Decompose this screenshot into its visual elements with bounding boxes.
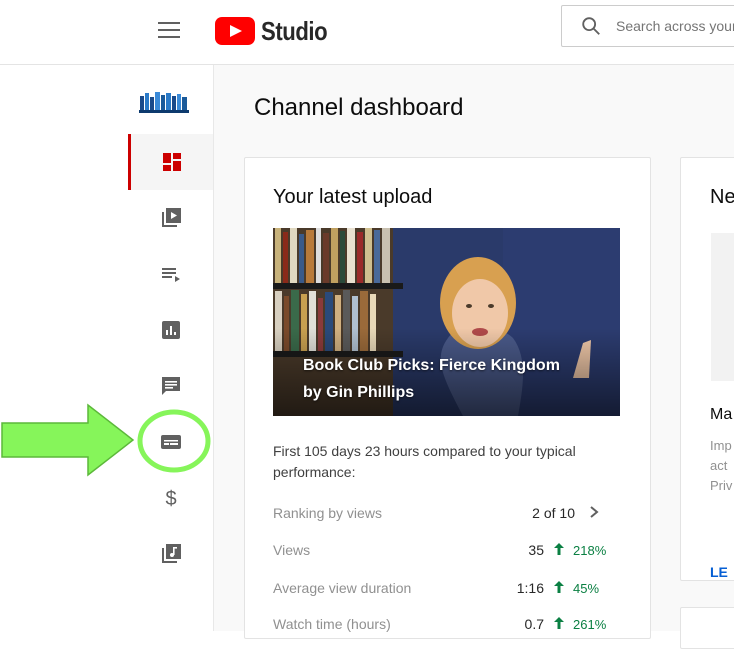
sidebar-item-dashboard[interactable] (128, 134, 213, 190)
news-card-body-line: Priv (710, 478, 733, 493)
arrow-up-icon (554, 617, 564, 629)
metric-value-watch-time: 0.7 (524, 616, 544, 632)
video-title-line2: by Gin Phillips (303, 384, 415, 401)
video-title[interactable]: Book Club Picks: Fierce Kingdom by Gin P… (303, 352, 603, 406)
search-icon[interactable] (580, 15, 602, 37)
metric-label-watch-time: Watch time (hours) (273, 616, 391, 632)
dollar-icon: $ (165, 488, 176, 510)
arrow-up-icon (554, 543, 564, 555)
performance-description: First 105 days 23 hours compared to your… (273, 443, 576, 480)
sidebar-item-audio-library[interactable] (128, 526, 213, 582)
green-arrow-annotation (1, 403, 135, 477)
playlist-icon (161, 268, 180, 282)
metric-value-avg-duration: 1:16 (516, 580, 544, 596)
analytics-icon (161, 321, 180, 339)
secondary-card (680, 607, 734, 649)
sidebar-item-monetization[interactable]: $ (128, 470, 213, 526)
chevron-right-icon[interactable] (588, 505, 600, 519)
channel-avatar[interactable] (138, 88, 192, 118)
news-card-image (711, 233, 734, 381)
metric-value-ranking: 2 of 10 (532, 505, 575, 521)
top-header: Studio (0, 0, 734, 65)
green-circle-annotation (137, 409, 211, 473)
video-title-line1: Book Club Picks: Fierce Kingdom (303, 357, 560, 374)
sidebar-item-playlists[interactable] (128, 246, 213, 302)
audio-library-icon (161, 544, 181, 563)
studio-logo[interactable]: Studio (215, 15, 339, 47)
metric-change-views: 218% (573, 543, 607, 558)
learn-more-link[interactable]: LE (710, 564, 728, 580)
search-box[interactable] (561, 5, 734, 47)
latest-upload-title: Your latest upload (273, 186, 433, 208)
dashboard-icon (163, 153, 181, 171)
brand-name: Studio (261, 15, 328, 46)
metric-label-ranking: Ranking by views (273, 505, 382, 521)
page-title: Channel dashboard (254, 94, 464, 121)
metric-label-avg-duration: Average view duration (273, 580, 412, 596)
news-card-title: Ne (710, 186, 734, 208)
metric-change-watch-time: 261% (573, 617, 607, 632)
arrow-up-icon (554, 581, 564, 593)
menu-icon[interactable] (158, 22, 180, 40)
news-card-body: Imp act Priv (710, 436, 734, 496)
youtube-play-icon (215, 17, 255, 45)
news-card-body-line: act (710, 458, 728, 473)
search-input[interactable] (614, 17, 734, 35)
comments-icon (161, 377, 180, 395)
news-card-subtitle: Ma (710, 406, 733, 423)
news-card-body-line: Imp (710, 438, 732, 453)
sidebar-item-analytics[interactable] (128, 302, 213, 358)
svg-text:$: $ (165, 488, 176, 510)
sidebar-item-content[interactable] (128, 190, 213, 246)
metric-value-views: 35 (528, 542, 544, 558)
metric-label-views: Views (273, 542, 311, 558)
sidebar-item-comments[interactable] (128, 358, 213, 414)
metric-change-avg-duration: 45% (573, 581, 600, 596)
video-library-icon (161, 208, 181, 227)
